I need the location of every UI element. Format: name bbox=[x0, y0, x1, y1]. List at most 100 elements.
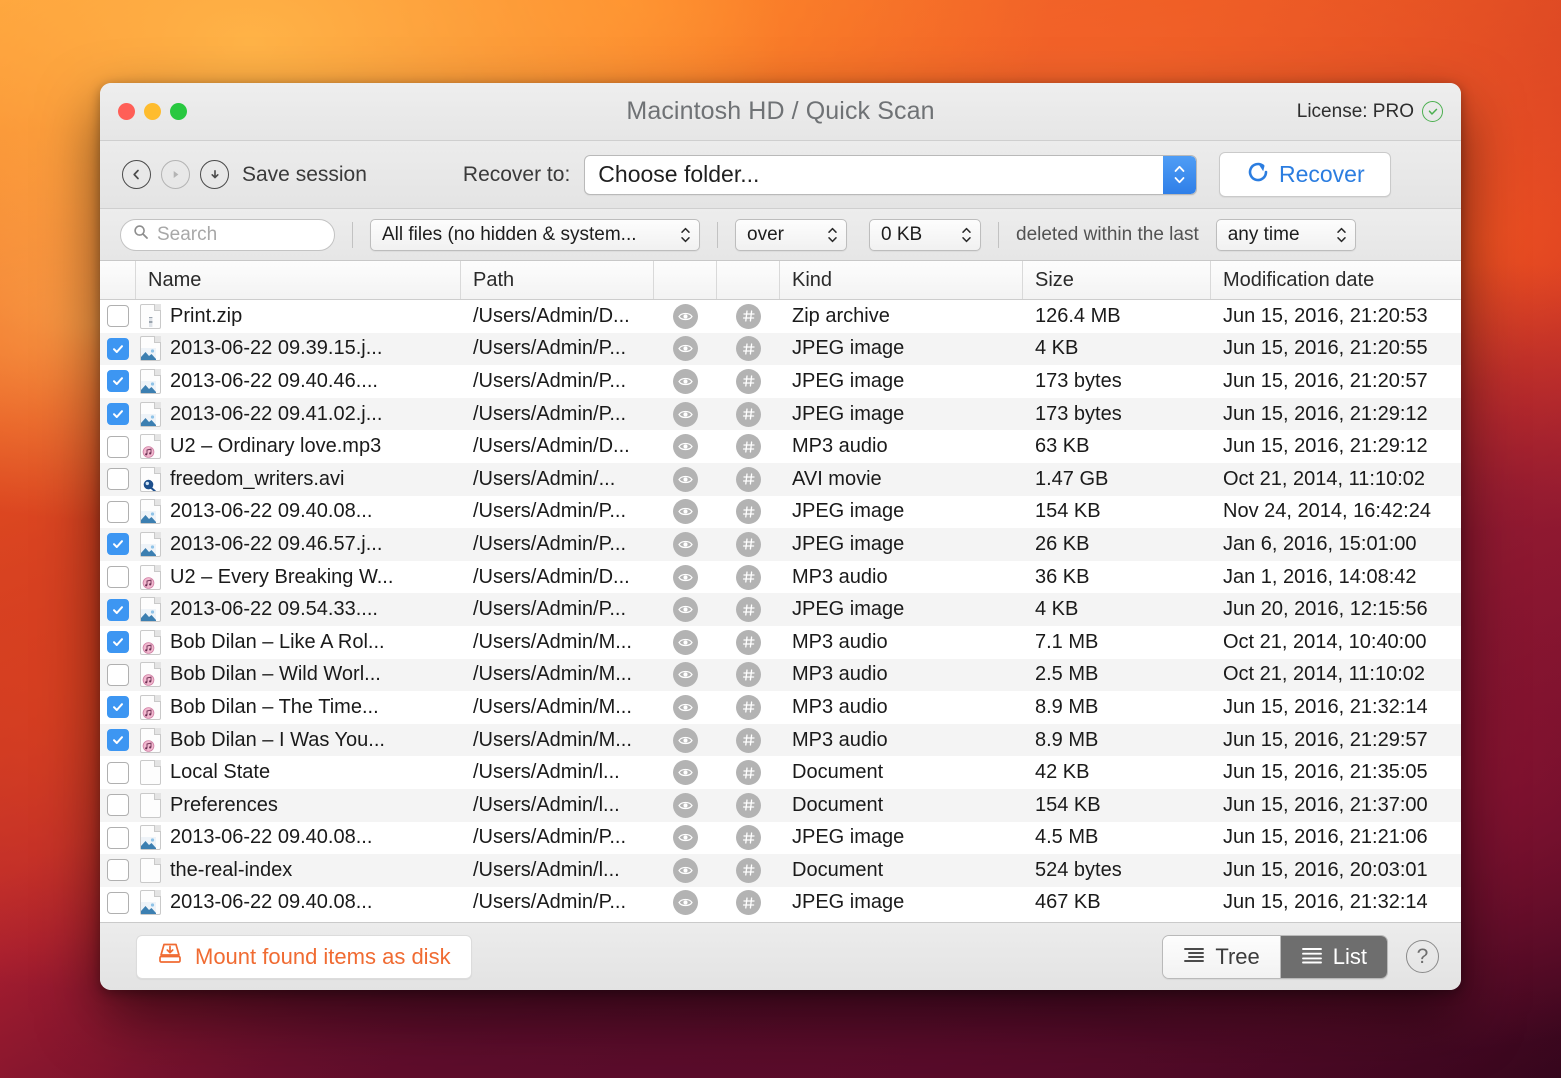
table-row[interactable]: 2013-06-22 09.40.46.... /Users/Admin/P...… bbox=[100, 365, 1461, 398]
preview-eye-icon[interactable] bbox=[673, 564, 698, 590]
hex-view-icon[interactable] bbox=[736, 434, 761, 460]
row-hex-cell[interactable] bbox=[717, 333, 780, 366]
hex-view-icon[interactable] bbox=[736, 564, 761, 590]
row-checkbox[interactable] bbox=[107, 500, 129, 523]
preview-eye-icon[interactable] bbox=[673, 401, 698, 427]
table-row[interactable]: 2013-06-22 09.40.08... /Users/Admin/P... J… bbox=[100, 886, 1461, 920]
row-hex-cell[interactable] bbox=[717, 430, 780, 463]
row-preview-cell[interactable] bbox=[654, 365, 717, 398]
row-preview-cell[interactable] bbox=[654, 333, 717, 366]
row-select-cell[interactable] bbox=[100, 691, 136, 724]
row-checkbox[interactable] bbox=[107, 566, 129, 589]
preview-eye-icon[interactable] bbox=[673, 499, 698, 525]
close-window-button[interactable] bbox=[118, 103, 135, 120]
row-hex-cell[interactable] bbox=[717, 854, 780, 887]
row-preview-cell[interactable] bbox=[654, 756, 717, 789]
preview-eye-icon[interactable] bbox=[673, 662, 698, 688]
stepper-icon[interactable] bbox=[1163, 155, 1197, 194]
hex-view-icon[interactable] bbox=[736, 727, 761, 753]
table-row[interactable]: U2 – Ordinary love.mp3/Users/Admin/D... M… bbox=[100, 430, 1461, 463]
back-icon[interactable] bbox=[122, 160, 151, 189]
row-select-cell[interactable] bbox=[100, 887, 136, 920]
download-icon[interactable] bbox=[200, 160, 229, 189]
preview-eye-icon[interactable] bbox=[673, 792, 698, 818]
row-preview-cell[interactable] bbox=[654, 398, 717, 431]
row-select-cell[interactable] bbox=[100, 822, 136, 855]
row-preview-cell[interactable] bbox=[654, 561, 717, 594]
row-select-cell[interactable] bbox=[100, 789, 136, 822]
row-preview-cell[interactable] bbox=[654, 528, 717, 561]
preview-eye-icon[interactable] bbox=[673, 629, 698, 655]
row-select-cell[interactable] bbox=[100, 561, 136, 594]
column-header-select[interactable] bbox=[100, 261, 136, 299]
row-checkbox[interactable] bbox=[107, 663, 129, 686]
row-select-cell[interactable] bbox=[100, 398, 136, 431]
row-checkbox[interactable] bbox=[107, 631, 129, 654]
row-select-cell[interactable] bbox=[100, 854, 136, 887]
row-preview-cell[interactable] bbox=[654, 724, 717, 757]
table-row[interactable]: 2013-06-22 09.39.15.j... /Users/Admin/P..… bbox=[100, 332, 1461, 366]
row-preview-cell[interactable] bbox=[654, 463, 717, 496]
tree-view-button[interactable]: Tree bbox=[1163, 935, 1280, 978]
row-select-cell[interactable] bbox=[100, 496, 136, 529]
hex-view-icon[interactable] bbox=[736, 857, 761, 883]
table-row[interactable]: 2013-06-22 09.40.08... /Users/Admin/P... J… bbox=[100, 495, 1461, 529]
row-preview-cell[interactable] bbox=[654, 496, 717, 529]
row-hex-cell[interactable] bbox=[717, 300, 780, 333]
row-checkbox[interactable] bbox=[107, 598, 129, 621]
row-checkbox[interactable] bbox=[107, 533, 129, 556]
row-checkbox[interactable] bbox=[107, 435, 129, 458]
row-checkbox[interactable] bbox=[107, 794, 129, 817]
row-hex-cell[interactable] bbox=[717, 822, 780, 855]
preview-eye-icon[interactable] bbox=[673, 760, 698, 786]
preview-eye-icon[interactable] bbox=[673, 825, 698, 851]
preview-eye-icon[interactable] bbox=[673, 727, 698, 753]
row-checkbox[interactable] bbox=[107, 891, 129, 914]
row-preview-cell[interactable] bbox=[654, 822, 717, 855]
column-header-name[interactable]: Name bbox=[136, 261, 461, 299]
row-preview-cell[interactable] bbox=[654, 593, 717, 626]
hex-view-icon[interactable] bbox=[736, 466, 761, 492]
hex-view-icon[interactable] bbox=[736, 303, 761, 329]
preview-eye-icon[interactable] bbox=[673, 694, 698, 720]
column-header-hex[interactable] bbox=[717, 261, 780, 299]
table-row[interactable]: Bob Dilan – Like A Rol... /Users/Admin/M.… bbox=[100, 625, 1461, 659]
hex-view-icon[interactable] bbox=[736, 662, 761, 688]
size-value-select[interactable]: 0 KB bbox=[869, 218, 981, 251]
recover-folder-select[interactable]: Choose folder... bbox=[584, 154, 1198, 195]
row-preview-cell[interactable] bbox=[654, 789, 717, 822]
table-row[interactable]: 2013-06-22 09.40.08... /Users/Admin/P... J… bbox=[100, 821, 1461, 855]
help-button[interactable]: ? bbox=[1406, 940, 1439, 973]
row-preview-cell[interactable] bbox=[654, 626, 717, 659]
hex-view-icon[interactable] bbox=[736, 629, 761, 655]
row-select-cell[interactable] bbox=[100, 300, 136, 333]
row-preview-cell[interactable] bbox=[654, 854, 717, 887]
deleted-time-select[interactable]: any time bbox=[1215, 218, 1356, 251]
table-row[interactable]: the-real-index/Users/Admin/l... Document 5… bbox=[100, 854, 1461, 887]
column-header-preview[interactable] bbox=[654, 261, 717, 299]
table-row[interactable]: Preferences/Users/Admin/l... Document 154 … bbox=[100, 788, 1461, 822]
table-row[interactable]: U2 – Every Breaking W... /Users/Admin/D..… bbox=[100, 560, 1461, 594]
hex-view-icon[interactable] bbox=[736, 597, 761, 623]
mount-found-items-button[interactable]: Mount found items as disk bbox=[136, 934, 472, 979]
row-checkbox[interactable] bbox=[107, 859, 129, 882]
hex-view-icon[interactable] bbox=[736, 760, 761, 786]
play-icon[interactable] bbox=[161, 160, 190, 189]
table-row[interactable]: 2013-06-22 09.54.33.... /Users/Admin/P...… bbox=[100, 593, 1461, 626]
preview-eye-icon[interactable] bbox=[673, 466, 698, 492]
column-header-kind[interactable]: Kind bbox=[780, 261, 1023, 299]
row-select-cell[interactable] bbox=[100, 626, 136, 659]
search-input[interactable]: Search bbox=[120, 218, 335, 251]
row-hex-cell[interactable] bbox=[717, 398, 780, 431]
row-hex-cell[interactable] bbox=[717, 659, 780, 692]
row-hex-cell[interactable] bbox=[717, 528, 780, 561]
hex-view-icon[interactable] bbox=[736, 401, 761, 427]
minimize-window-button[interactable] bbox=[144, 103, 161, 120]
preview-eye-icon[interactable] bbox=[673, 336, 698, 362]
maximize-window-button[interactable] bbox=[170, 103, 187, 120]
row-hex-cell[interactable] bbox=[717, 756, 780, 789]
preview-eye-icon[interactable] bbox=[673, 368, 698, 394]
row-preview-cell[interactable] bbox=[654, 887, 717, 920]
row-hex-cell[interactable] bbox=[717, 626, 780, 659]
file-type-filter-select[interactable]: All files (no hidden & system... bbox=[370, 218, 700, 251]
